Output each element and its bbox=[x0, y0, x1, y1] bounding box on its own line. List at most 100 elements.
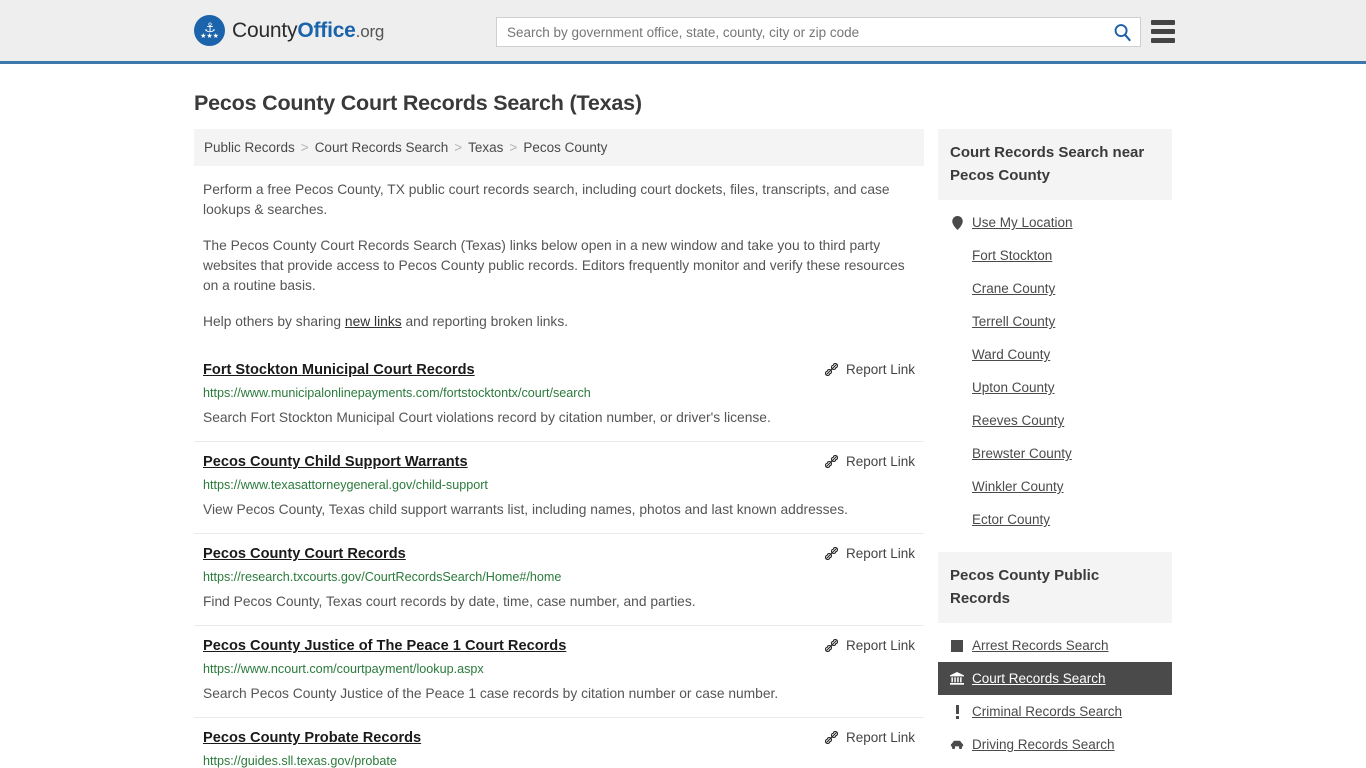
sidebar-nearby-item[interactable]: Terrell County bbox=[938, 305, 1172, 338]
content-layout: Public Records > Court Records Search > … bbox=[194, 129, 1172, 768]
breadcrumb-item-texas[interactable]: Texas bbox=[468, 140, 503, 155]
sidebar-public-records-list: Arrest Records Search Court Records Searc… bbox=[938, 629, 1172, 761]
broken-link-icon bbox=[825, 547, 838, 560]
report-link-label: Report Link bbox=[845, 730, 915, 745]
result-description: Find Pecos County, Texas court records b… bbox=[203, 594, 696, 609]
sidebar-nearby-label[interactable]: Use My Location bbox=[972, 215, 1073, 230]
breadcrumb-item-public-records[interactable]: Public Records bbox=[204, 140, 295, 155]
search-icon bbox=[1114, 23, 1131, 41]
sidebar-nearby-item[interactable]: Crane County bbox=[938, 272, 1172, 305]
result-item: Pecos County Justice of The Peace 1 Cour… bbox=[194, 625, 924, 717]
result-title-link[interactable]: Fort Stockton Municipal Court Records bbox=[203, 361, 475, 380]
report-link-button[interactable]: Report Link bbox=[824, 637, 915, 653]
sidebar-public-records-item[interactable]: Court Records Search bbox=[938, 662, 1172, 695]
breadcrumb-item-court-records-search[interactable]: Court Records Search bbox=[315, 140, 449, 155]
map-pin-icon bbox=[951, 215, 963, 230]
result-title-link[interactable]: Pecos County Probate Records bbox=[203, 729, 421, 748]
result-item: Pecos County Court Records Report Link htt… bbox=[194, 533, 924, 625]
result-url: https://www.municipalonlinepayments.com/… bbox=[203, 386, 591, 400]
breadcrumb-separator-icon: > bbox=[454, 140, 463, 155]
car-icon bbox=[950, 738, 964, 752]
broken-link-icon bbox=[825, 731, 838, 744]
result-header: Pecos County Justice of The Peace 1 Cour… bbox=[203, 637, 915, 656]
sidebar-nearby-item[interactable]: Ward County bbox=[938, 338, 1172, 371]
search-bar bbox=[496, 17, 1141, 47]
page-title: Pecos County Court Records Search (Texas… bbox=[194, 91, 642, 115]
new-links-link[interactable]: new links bbox=[345, 314, 402, 329]
result-header: Pecos County Probate Records Report Link bbox=[203, 729, 915, 748]
report-link-button[interactable]: Report Link bbox=[824, 361, 915, 377]
sidebar-public-records-item[interactable]: Criminal Records Search bbox=[938, 695, 1172, 728]
sidebar-nearby-title: Court Records Search near Pecos County bbox=[938, 129, 1172, 200]
result-url: https://www.texasattorneygeneral.gov/chi… bbox=[203, 478, 488, 492]
breadcrumb: Public Records > Court Records Search > … bbox=[194, 129, 924, 166]
result-title-link[interactable]: Pecos County Child Support Warrants bbox=[203, 453, 468, 472]
courthouse-icon bbox=[950, 672, 964, 685]
sidebar-nearby-item[interactable]: Fort Stockton bbox=[938, 239, 1172, 272]
sidebar-nearby-label[interactable]: Ector County bbox=[972, 512, 1050, 527]
sidebar-nearby-label[interactable]: Winkler County bbox=[972, 479, 1064, 494]
main-column: Public Records > Court Records Search > … bbox=[194, 129, 924, 768]
sidebar-nearby-label[interactable]: Crane County bbox=[972, 281, 1055, 296]
report-link-label: Report Link bbox=[845, 638, 915, 653]
result-header: Fort Stockton Municipal Court Records Rep… bbox=[203, 361, 915, 380]
logo-text: CountyOffice.org bbox=[232, 19, 384, 43]
eagle-seal-icon: ⚓ ★★★ bbox=[194, 15, 225, 46]
sidebar-nearby-label[interactable]: Reeves County bbox=[972, 413, 1064, 428]
sidebar-nearby-label[interactable]: Fort Stockton bbox=[972, 248, 1052, 263]
result-url: https://guides.sll.texas.gov/probate bbox=[203, 754, 397, 768]
sidebar-public-records-title: Pecos County Public Records bbox=[938, 552, 1172, 623]
sidebar-nearby-label[interactable]: Terrell County bbox=[972, 314, 1055, 329]
sidebar-nearby-label[interactable]: Brewster County bbox=[972, 446, 1072, 461]
sidebar-nearby-item[interactable]: Ector County bbox=[938, 503, 1172, 536]
result-header: Pecos County Court Records Report Link bbox=[203, 545, 915, 564]
result-url: https://www.ncourt.com/courtpayment/look… bbox=[203, 662, 484, 676]
sidebar-public-records-item[interactable]: Arrest Records Search bbox=[938, 629, 1172, 662]
result-description: Search Pecos County Justice of the Peace… bbox=[203, 686, 779, 701]
sidebar-nearby-label[interactable]: Upton County bbox=[972, 380, 1055, 395]
result-item: Fort Stockton Municipal Court Records Rep… bbox=[194, 350, 924, 441]
hamburger-menu-icon[interactable] bbox=[1151, 20, 1175, 43]
car-icon bbox=[950, 740, 964, 749]
intro-text: Perform a free Pecos County, TX public c… bbox=[194, 180, 924, 332]
breadcrumb-separator-icon: > bbox=[300, 140, 309, 155]
sidebar-public-records-label[interactable]: Criminal Records Search bbox=[972, 704, 1122, 719]
logo-text-part2: Office bbox=[297, 18, 356, 42]
sidebar-nearby-item[interactable]: Brewster County bbox=[938, 437, 1172, 470]
sidebar-nearby-item[interactable]: Use My Location bbox=[938, 206, 1172, 239]
result-header: Pecos County Child Support Warrants Repor… bbox=[203, 453, 915, 472]
sidebar-public-records-item[interactable]: Driving Records Search bbox=[938, 728, 1172, 761]
search-input[interactable] bbox=[497, 19, 1104, 45]
map-pin-icon bbox=[950, 215, 964, 230]
result-title-link[interactable]: Pecos County Justice of The Peace 1 Cour… bbox=[203, 637, 566, 656]
result-item: Pecos County Probate Records Report Link h… bbox=[194, 717, 924, 768]
hamburger-bar bbox=[1151, 29, 1175, 34]
result-item: Pecos County Child Support Warrants Repor… bbox=[194, 441, 924, 533]
results-list: Fort Stockton Municipal Court Records Rep… bbox=[194, 350, 924, 768]
sidebar-public-records-label[interactable]: Driving Records Search bbox=[972, 737, 1115, 752]
sidebar-nearby-item[interactable]: Reeves County bbox=[938, 404, 1172, 437]
logo-text-part3: .org bbox=[355, 21, 385, 41]
search-button[interactable] bbox=[1104, 18, 1140, 46]
sidebar-public-records-label[interactable]: Arrest Records Search bbox=[972, 638, 1109, 653]
sidebar-nearby-item[interactable]: Winkler County bbox=[938, 470, 1172, 503]
report-link-button[interactable]: Report Link bbox=[824, 453, 915, 469]
fingerprint-icon bbox=[950, 639, 964, 653]
report-link-button[interactable]: Report Link bbox=[824, 545, 915, 561]
site-logo[interactable]: ⚓ ★★★ CountyOffice.org bbox=[194, 15, 384, 46]
fingerprint-icon bbox=[951, 639, 963, 652]
result-title-link[interactable]: Pecos County Court Records bbox=[203, 545, 406, 564]
sidebar-public-records-label[interactable]: Court Records Search bbox=[972, 671, 1106, 686]
intro-paragraph-2: The Pecos County Court Records Search (T… bbox=[203, 238, 905, 293]
site-header: ⚓ ★★★ CountyOffice.org bbox=[0, 0, 1366, 64]
hamburger-bar bbox=[1151, 20, 1175, 25]
report-link-label: Report Link bbox=[845, 454, 915, 469]
intro-p3-after: and reporting broken links. bbox=[401, 314, 569, 329]
sidebar-nearby-label[interactable]: Ward County bbox=[972, 347, 1050, 362]
sidebar: Court Records Search near Pecos County U… bbox=[938, 129, 1172, 761]
broken-link-icon bbox=[825, 455, 838, 468]
report-link-label: Report Link bbox=[845, 362, 915, 377]
hamburger-bar bbox=[1151, 38, 1175, 43]
report-link-button[interactable]: Report Link bbox=[824, 729, 915, 745]
sidebar-nearby-item[interactable]: Upton County bbox=[938, 371, 1172, 404]
